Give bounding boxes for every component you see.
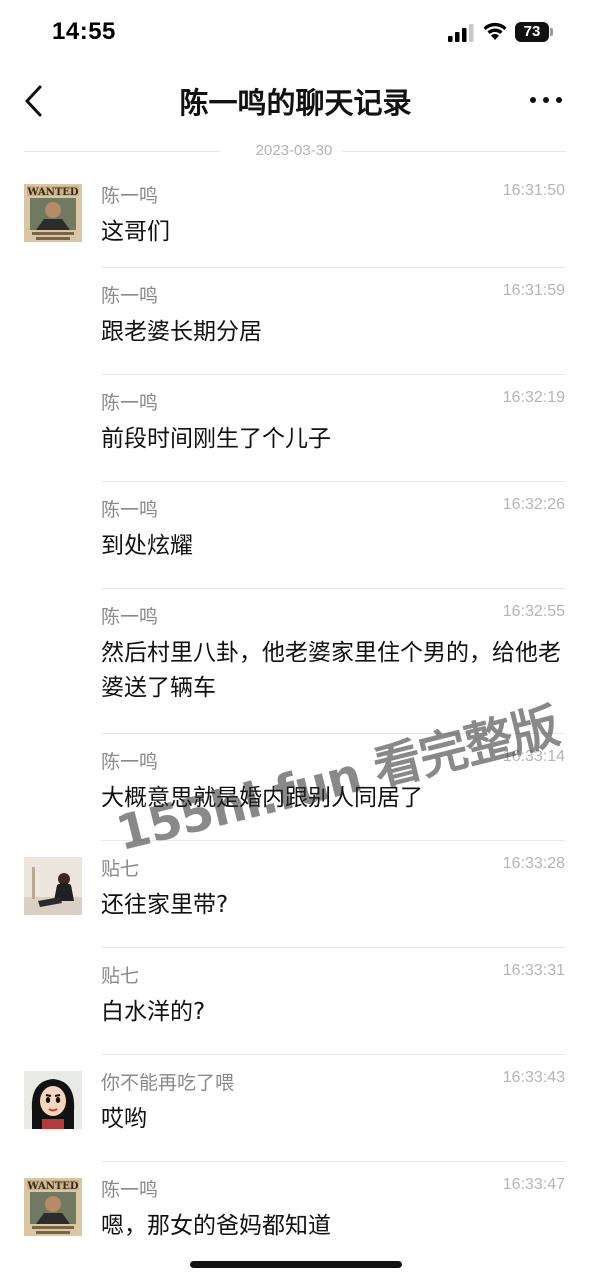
page-title: 陈一鸣的聊天记录 [179, 86, 412, 120]
message-time: 16:32:26 [502, 496, 565, 513]
avatar[interactable] [24, 857, 82, 915]
sender-name: 你不能再吃了喂 [101, 1072, 235, 1094]
message-text: 这哥们 [101, 219, 170, 245]
sender-name: 陈一鸣 [101, 285, 159, 307]
message-time: 16:31:59 [502, 282, 565, 299]
message-time: 16:32:55 [502, 603, 565, 620]
message-text: 前段时间刚生了个儿子 [101, 426, 331, 452]
battery-tip [550, 28, 553, 36]
divider-line [342, 151, 566, 152]
svg-text:WANTED: WANTED [26, 1181, 79, 1192]
message-text: 白水洋的? [101, 999, 206, 1025]
sender-name: 陈一鸣 [101, 499, 159, 521]
sender-name: 陈一鸣 [101, 392, 159, 414]
message-text: 哎哟 [101, 1106, 147, 1132]
message-item[interactable]: 陈一鸣 16:32:26 到处炫耀 [0, 482, 591, 589]
avatar[interactable]: WANTED [24, 1178, 82, 1236]
message-item[interactable]: 你不能再吃了喂 16:33:43 哎哟 [0, 1055, 591, 1162]
cartoon-character-avatar-icon [24, 1071, 82, 1129]
message-text: 跟老婆长期分居 [101, 319, 262, 345]
message-item[interactable]: 陈一鸣 16:32:19 前段时间刚生了个儿子 [0, 375, 591, 482]
divider-line [24, 151, 220, 152]
message-item[interactable]: WANTED 陈一鸣 16:33:47 嗯，那女的爸妈都知道 [0, 1162, 591, 1269]
sender-name: 陈一鸣 [101, 606, 159, 628]
avatar[interactable] [24, 1071, 82, 1129]
message-text: 到处炫耀 [101, 533, 193, 559]
wifi-icon [483, 22, 507, 40]
message-text: 还往家里带? [101, 892, 229, 918]
message-time: 16:31:50 [502, 182, 565, 199]
cellular-signal-icon [448, 24, 474, 42]
message-item[interactable]: 贴七 16:33:28 还往家里带? [0, 841, 591, 948]
message-item[interactable]: 陈一鸣 16:33:14 大概意思就是婚内跟别人同居了 [0, 734, 591, 841]
nav-bar: 陈一鸣的聊天记录 [0, 66, 591, 136]
sender-name: 贴七 [101, 965, 140, 987]
svg-text:WANTED: WANTED [26, 187, 79, 198]
message-time: 16:33:14 [502, 748, 565, 765]
wanted-poster-avatar-icon: WANTED [24, 184, 82, 242]
sender-name: 贴七 [101, 858, 140, 880]
message-text: 大概意思就是婚内跟别人同居了 [101, 785, 423, 811]
home-indicator[interactable] [190, 1261, 402, 1268]
date-divider: 2023-03-30 [24, 140, 566, 164]
chat-history-screen: 14:55 73 陈一鸣的聊天记录 2023-03-30 WANTED 陈一鸣 … [0, 0, 591, 1280]
sender-name: 陈一鸣 [101, 185, 159, 207]
woman-photo-avatar-icon [24, 857, 82, 915]
message-text: 嗯，那女的爸妈都知道 [101, 1213, 331, 1239]
message-item[interactable]: 陈一鸣 16:31:59 跟老婆长期分居 [0, 268, 591, 375]
message-item[interactable]: WANTED 陈一鸣 16:31:50 这哥们 [0, 168, 591, 268]
message-time: 16:33:28 [502, 855, 565, 872]
message-text: 然后村里八卦，他老婆家里住个男的，给他老婆送了辆车 [101, 640, 561, 701]
sender-name: 陈一鸣 [101, 1179, 159, 1201]
status-time: 14:55 [52, 18, 116, 45]
message-time: 16:33:43 [502, 1069, 565, 1086]
message-item[interactable]: 贴七 16:33:31 白水洋的? [0, 948, 591, 1055]
message-list: WANTED 陈一鸣 16:31:50 这哥们 陈一鸣 16:31:59 跟老婆… [0, 168, 591, 1269]
message-time: 16:33:47 [502, 1176, 565, 1193]
more-dots-icon[interactable] [528, 90, 564, 110]
status-bar: 14:55 73 [0, 0, 591, 66]
message-time: 16:33:31 [502, 962, 565, 979]
battery-icon: 73 [515, 22, 549, 42]
wanted-poster-avatar-icon: WANTED [24, 1178, 82, 1236]
sender-name: 陈一鸣 [101, 751, 159, 773]
avatar[interactable]: WANTED [24, 184, 82, 242]
message-item[interactable]: 陈一鸣 16:32:55 然后村里八卦，他老婆家里住个男的，给他老婆送了辆车 [0, 589, 591, 734]
message-time: 16:32:19 [502, 389, 565, 406]
